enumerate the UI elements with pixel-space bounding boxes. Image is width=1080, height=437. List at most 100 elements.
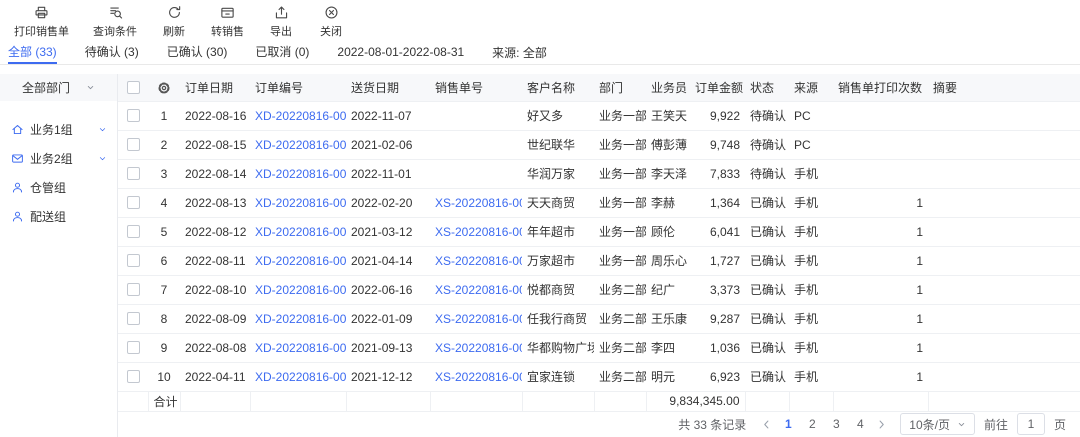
toolbar-refresh-button[interactable]: 刷新 [157, 5, 191, 39]
page-size-select[interactable]: 10条/页 [900, 413, 975, 435]
cell-salesperson: 李四 [646, 333, 690, 362]
row-checkbox-cell [118, 275, 148, 304]
cell-order-no: XD-20220816-000017 [250, 130, 346, 159]
row-checkbox[interactable] [127, 283, 140, 296]
cell-dept: 业务一部 [594, 101, 646, 130]
page-button-3[interactable]: 3 [829, 417, 843, 431]
cell-delivery-date: 2021-12-12 [346, 362, 430, 391]
next-page-button[interactable] [876, 419, 887, 430]
cell-dept: 业务二部 [594, 304, 646, 333]
cell-summary [928, 159, 1080, 188]
sales-no-link[interactable]: XS-20220816-000009 [435, 370, 522, 384]
orders-table: 订单日期订单编号送货日期销售单号客户名称部门业务员订单金额状态来源销售单打印次数… [118, 74, 1080, 412]
date-range-filter[interactable]: 2022-08-01-2022-08-31 [337, 40, 464, 64]
sidebar-group-label: 配送组 [30, 208, 66, 225]
cell-status: 已确认 [745, 246, 789, 275]
cell-dept: 业务一部 [594, 130, 646, 159]
row-checkbox[interactable] [127, 138, 140, 151]
cell-status: 已确认 [745, 362, 789, 391]
order-no-link[interactable]: XD-20220816-000009 [255, 370, 346, 384]
prev-page-button[interactable] [761, 419, 772, 430]
department-select[interactable]: 全部部门 [0, 74, 117, 101]
toolbar-printer-button[interactable]: 打印销售单 [10, 5, 73, 39]
row-checkbox[interactable] [127, 341, 140, 354]
row-checkbox[interactable] [127, 312, 140, 325]
order-no-link[interactable]: XD-20220816-000016 [255, 167, 346, 181]
cell-source: 手机 [789, 159, 833, 188]
order-no-link[interactable]: XD-20220816-000010 [255, 341, 346, 355]
row-checkbox[interactable] [127, 370, 140, 383]
row-checkbox-cell [118, 304, 148, 333]
order-no-link[interactable]: XD-20220816-000011 [255, 312, 346, 326]
goto-label: 前往 [984, 416, 1008, 433]
order-no-link[interactable]: XD-20220816-000015 [255, 196, 346, 210]
sidebar-group-label: 仓管组 [30, 179, 66, 196]
toolbar-export-button[interactable]: 导出 [264, 5, 298, 39]
order-no-link[interactable]: XD-20220816-000017 [255, 138, 346, 152]
cell-delivery-date: 2021-02-06 [346, 130, 430, 159]
cell-source: 手机 [789, 188, 833, 217]
cell-order-no: XD-20220816-000018 [250, 101, 346, 130]
sidebar-group-0[interactable]: 业务1组 [0, 115, 117, 144]
toolbar-button-label: 转销售 [211, 23, 244, 39]
row-checkbox[interactable] [127, 167, 140, 180]
toolbar-transfer-button[interactable]: 转销售 [207, 5, 248, 39]
col-header-dept: 部门 [594, 74, 646, 101]
cell-summary [928, 246, 1080, 275]
order-no-link[interactable]: XD-20220816-000018 [255, 109, 346, 123]
sales-no-link[interactable]: XS-20220816-000011 [435, 312, 522, 326]
page-button-4[interactable]: 4 [853, 417, 867, 431]
order-no-link[interactable]: XD-20220816-000012 [255, 283, 346, 297]
cell-order-no: XD-20220816-000014 [250, 217, 346, 246]
sales-no-link[interactable]: XS-20220816-000015 [435, 196, 522, 210]
total-empty-cell [928, 391, 1080, 411]
tab-3[interactable]: 已取消 (0) [255, 40, 309, 64]
source-filter[interactable]: 来源: 全部 [492, 40, 547, 64]
order-no-link[interactable]: XD-20220816-000013 [255, 254, 346, 268]
sidebar-group-1[interactable]: 业务2组 [0, 144, 117, 173]
row-checkbox[interactable] [127, 196, 140, 209]
row-checkbox[interactable] [127, 254, 140, 267]
select-all-checkbox[interactable] [127, 81, 140, 94]
cell-source: PC [789, 130, 833, 159]
row-checkbox[interactable] [127, 225, 140, 238]
sales-no-link[interactable]: XS-20220816-000013 [435, 254, 522, 268]
order-row: 32022-08-14XD-20220816-0000162022-11-01华… [118, 159, 1080, 188]
records-count: 共 33 条记录 [678, 416, 746, 433]
close-icon [324, 5, 339, 20]
sidebar-group-3[interactable]: 配送组 [0, 202, 117, 231]
sidebar-group-2[interactable]: 仓管组 [0, 173, 117, 202]
tab-0[interactable]: 全部 (33) [8, 40, 57, 64]
cell-print-count: 1 [833, 362, 928, 391]
cell-salesperson: 周乐心 [646, 246, 690, 275]
cell-sales-no [430, 159, 522, 188]
row-checkbox[interactable] [127, 109, 140, 122]
sales-no-link[interactable]: XS-20220816-000012 [435, 283, 522, 297]
cell-amount: 1,364 [690, 188, 745, 217]
cell-amount: 9,922 [690, 101, 745, 130]
total-empty-cell [430, 391, 522, 411]
row-number: 9 [148, 333, 180, 362]
sales-no-link[interactable]: XS-20220816-000014 [435, 225, 522, 239]
sales-no-link[interactable]: XS-20220816-000010 [435, 341, 522, 355]
row-checkbox-cell [118, 101, 148, 130]
page-button-1[interactable]: 1 [781, 417, 795, 431]
toolbar-close-button[interactable]: 关闭 [314, 5, 348, 39]
page-numbers: 1234 [781, 417, 867, 431]
cell-delivery-date: 2022-02-20 [346, 188, 430, 217]
toolbar-search-doc-button[interactable]: 查询条件 [89, 5, 141, 39]
goto-page-input[interactable] [1017, 413, 1045, 435]
total-row: 合计9,834,345.00 [118, 391, 1080, 411]
row-number: 10 [148, 362, 180, 391]
cell-customer: 世纪联华 [522, 130, 594, 159]
gear-icon[interactable] [157, 81, 171, 95]
tab-2[interactable]: 已确认 (30) [167, 40, 228, 64]
cell-order-date: 2022-08-16 [180, 101, 250, 130]
page-button-2[interactable]: 2 [805, 417, 819, 431]
sidebar-group-label: 业务1组 [30, 121, 73, 138]
cell-order-no: XD-20220816-000015 [250, 188, 346, 217]
cell-print-count [833, 101, 928, 130]
sidebar-group-label: 业务2组 [30, 150, 73, 167]
order-no-link[interactable]: XD-20220816-000014 [255, 225, 346, 239]
tab-1[interactable]: 待确认 (3) [85, 40, 139, 64]
